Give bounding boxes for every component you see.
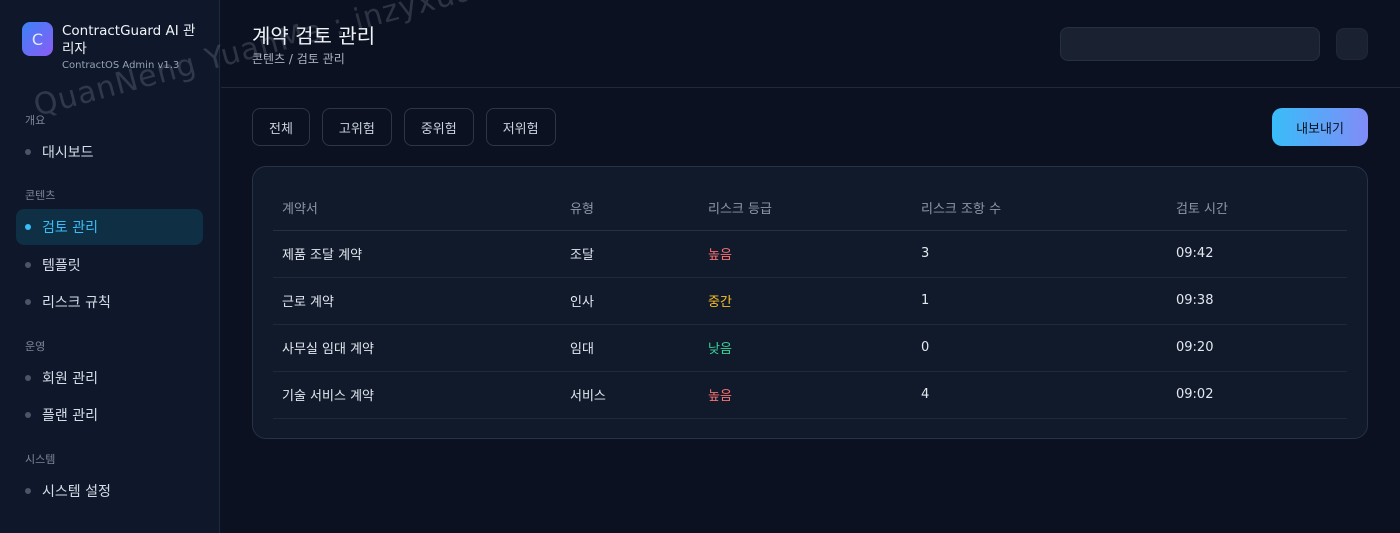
breadcrumb: 콘텐츠 / 검토 관리: [252, 52, 345, 66]
sidebar-item-label: 회원 관리: [42, 371, 98, 387]
cell-type: 인사: [561, 277, 699, 325]
cell-risk-level: 높음: [699, 371, 912, 419]
sidebar-item-members[interactable]: 회원 관리: [16, 360, 203, 396]
cell-risk-clauses: 0: [912, 324, 1167, 372]
header-icon-button[interactable]: [1336, 28, 1368, 60]
sidebar-item-templates[interactable]: 템플릿: [16, 247, 203, 283]
sidebar-item-review-management[interactable]: 검토 관리: [16, 209, 203, 245]
cell-contract-name: 사무실 임대 계약: [273, 324, 561, 372]
sidebar-item-label: 검토 관리: [42, 220, 98, 236]
filter-low-risk-button[interactable]: 저위험: [485, 108, 556, 146]
filter-high-risk-button[interactable]: 고위험: [321, 108, 392, 146]
sidebar-item-dashboard[interactable]: 대시보드: [16, 134, 203, 170]
cell-review-time: 09:20: [1167, 324, 1347, 372]
column-header-risk-level[interactable]: 리스크 등급: [699, 185, 912, 231]
column-header-contract[interactable]: 계약서: [273, 185, 561, 231]
cell-contract-name: 제품 조달 계약: [273, 230, 561, 278]
sidebar-item-label: 대시보드: [42, 145, 94, 161]
bullet-icon: [25, 375, 31, 381]
sidebar-item-label: 템플릿: [42, 258, 81, 274]
sidebar-item-label: 플랜 관리: [42, 408, 98, 424]
sidebar: C ContractGuard AI 관리자 ContractOS Admin …: [0, 0, 220, 533]
cell-review-time: 09:42: [1167, 230, 1347, 278]
bullet-icon: [25, 299, 31, 305]
brand: C ContractGuard AI 관리자 ContractOS Admin …: [22, 22, 202, 71]
nav-section-content: 콘텐츠: [25, 189, 56, 202]
review-table: 계약서 유형 리스크 등급 리스크 조항 수 검토 시간 제품 조달 계약 조달…: [273, 185, 1347, 419]
brand-title: ContractGuard AI 관리자: [62, 23, 196, 57]
cell-contract-name: 근로 계약: [273, 277, 561, 325]
column-header-risk-clauses[interactable]: 리스크 조항 수: [912, 185, 1167, 231]
cell-risk-clauses: 1: [912, 277, 1167, 325]
cell-risk-level: 높음: [699, 230, 912, 278]
export-button[interactable]: 내보내기: [1272, 108, 1368, 146]
nav-section-operations: 운영: [25, 340, 46, 353]
table-row[interactable]: 사무실 임대 계약 임대 낮음 0 09:20: [273, 324, 1347, 372]
column-header-type[interactable]: 유형: [561, 185, 699, 231]
bullet-icon: [25, 412, 31, 418]
sidebar-item-label: 리스크 규칙: [42, 295, 111, 311]
search-input[interactable]: [1060, 27, 1320, 61]
nav-section-overview: 개요: [25, 114, 46, 127]
cell-type: 조달: [561, 230, 699, 278]
bullet-icon: [25, 224, 31, 230]
cell-risk-level: 낮음: [699, 324, 912, 372]
nav-section-system: 시스템: [25, 453, 56, 466]
sidebar-item-system-settings[interactable]: 시스템 설정: [16, 473, 203, 509]
cell-review-time: 09:38: [1167, 277, 1347, 325]
cell-contract-name: 기술 서비스 계약: [273, 371, 561, 419]
bullet-icon: [25, 488, 31, 494]
cell-type: 서비스: [561, 371, 699, 419]
table-row[interactable]: 근로 계약 인사 중간 1 09:38: [273, 277, 1347, 325]
cell-risk-clauses: 4: [912, 371, 1167, 419]
sidebar-item-risk-rules[interactable]: 리스크 규칙: [16, 284, 203, 320]
sidebar-item-label: 시스템 설정: [42, 484, 111, 500]
brand-subtitle: ContractOS Admin v1.3: [62, 60, 180, 71]
brand-logo: C: [22, 22, 53, 56]
table-row[interactable]: 기술 서비스 계약 서비스 높음 4 09:02: [273, 371, 1347, 419]
table-header-row: 계약서 유형 리스크 등급 리스크 조항 수 검토 시간: [273, 185, 1347, 231]
page-header: 계약 검토 관리 콘텐츠 / 검토 관리: [221, 0, 1400, 88]
cell-review-time: 09:02: [1167, 371, 1347, 419]
risk-filter-group: 전체 고위험 중위험 저위험: [252, 108, 556, 146]
filter-all-button[interactable]: 전체: [252, 108, 310, 146]
page-title: 계약 검토 관리: [252, 24, 376, 48]
table-row[interactable]: 제품 조달 계약 조달 높음 3 09:42: [273, 230, 1347, 278]
bullet-icon: [25, 262, 31, 268]
bullet-icon: [25, 149, 31, 155]
cell-risk-level: 중간: [699, 277, 912, 325]
sidebar-item-plans[interactable]: 플랜 관리: [16, 397, 203, 433]
cell-type: 임대: [561, 324, 699, 372]
cell-risk-clauses: 3: [912, 230, 1167, 278]
filter-mid-risk-button[interactable]: 중위험: [403, 108, 474, 146]
review-table-card: 계약서 유형 리스크 등급 리스크 조항 수 검토 시간 제품 조달 계약 조달…: [252, 166, 1368, 439]
column-header-review-time[interactable]: 검토 시간: [1167, 185, 1347, 231]
